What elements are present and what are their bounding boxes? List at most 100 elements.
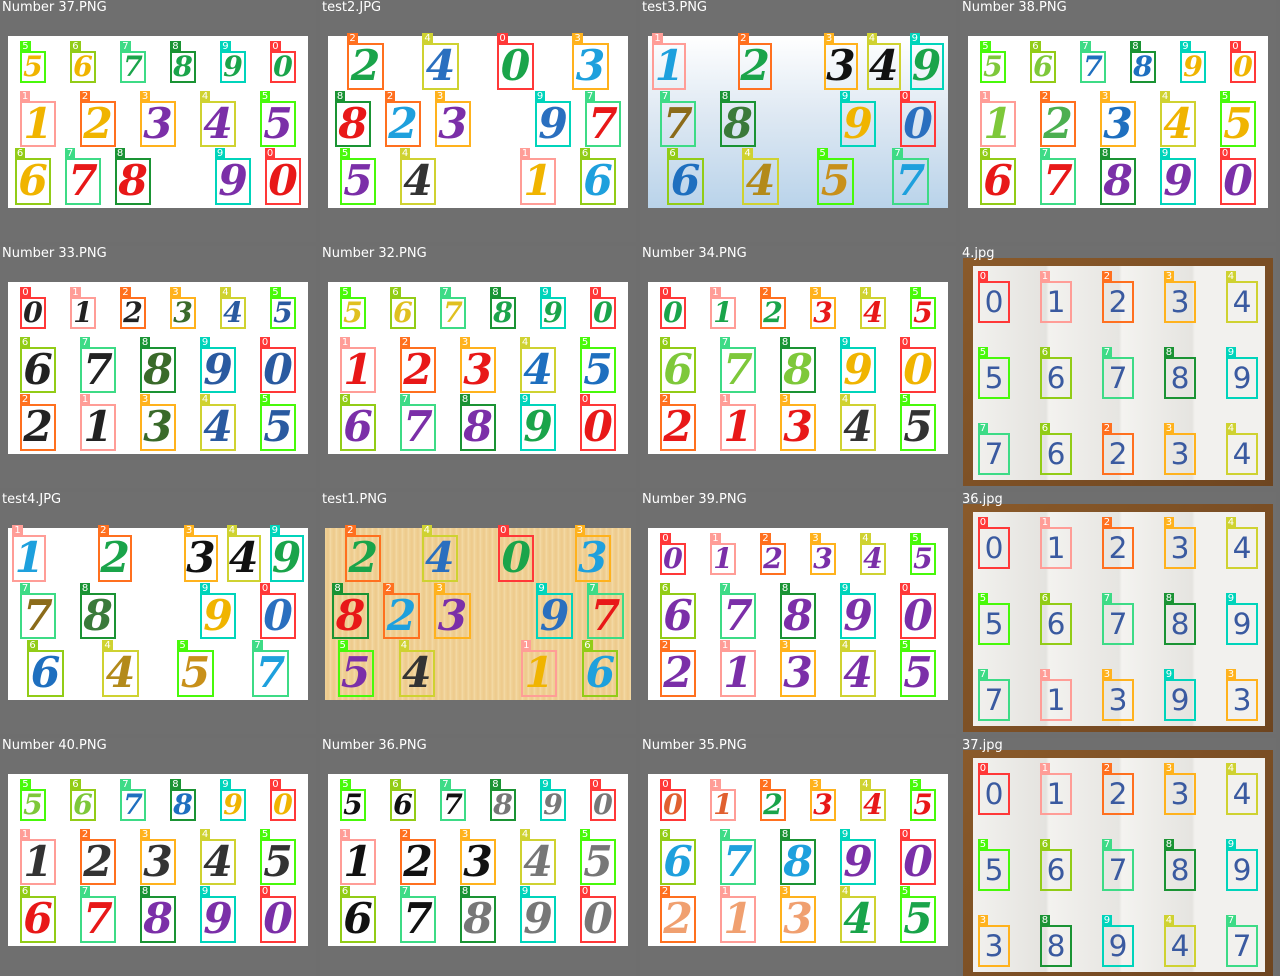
- detection-label: 9: [199, 885, 211, 897]
- detection-box: 7: [892, 147, 929, 205]
- detection-label: 3: [1163, 517, 1175, 529]
- detection-box: 9: [199, 582, 237, 640]
- detection-label: 1: [719, 885, 731, 897]
- detection-label: 7: [79, 336, 91, 348]
- detection-box: 7: [977, 669, 1011, 721]
- detection-label: 5: [1219, 90, 1231, 102]
- detection-label: 7: [719, 582, 731, 594]
- detection-box: 6: [70, 40, 96, 83]
- detection-label: 6: [659, 828, 671, 840]
- detection-box: 6: [1030, 40, 1056, 83]
- detection-box: 1: [519, 147, 557, 205]
- detection-label: 4: [422, 33, 433, 45]
- detection-box: 7: [719, 336, 757, 394]
- detection-box: 3: [823, 33, 858, 91]
- detection-label: 1: [70, 286, 81, 298]
- detection-box: 3: [977, 915, 1011, 967]
- detection-box: 2: [79, 90, 117, 148]
- detection-label: 8: [332, 582, 343, 594]
- detection-box: 9: [540, 778, 566, 821]
- detection-box: 4: [1159, 90, 1197, 148]
- detection-box: 9: [536, 582, 573, 640]
- detection-box: 7: [399, 885, 437, 943]
- detection-label: 0: [660, 778, 671, 790]
- detection-label: 8: [114, 147, 126, 159]
- detection-label: 5: [980, 40, 991, 52]
- detection-label: 2: [760, 286, 771, 298]
- detection-box: 1: [19, 90, 57, 148]
- detection-label: 4: [1225, 763, 1237, 775]
- detection-label: 7: [977, 423, 989, 435]
- detection-box: 1: [19, 828, 57, 886]
- detection-label: 6: [659, 582, 671, 594]
- detection-label: 7: [64, 147, 76, 159]
- detection-box: 2: [659, 639, 697, 697]
- detection-box: 7: [79, 885, 117, 943]
- detection-box: 8: [139, 336, 177, 394]
- detection-box: 6: [579, 147, 617, 205]
- detection-box: 9: [534, 90, 572, 148]
- detection-label: 3: [139, 90, 151, 102]
- detection-label: 0: [264, 147, 276, 159]
- detection-label: 1: [19, 90, 31, 102]
- detection-label: 1: [1039, 669, 1051, 681]
- detection-box: 3: [1163, 423, 1197, 475]
- detection-label: 0: [660, 286, 671, 298]
- detection-label: 1: [19, 828, 31, 840]
- detection-box: 2: [1101, 423, 1135, 475]
- detection-box: 6: [19, 336, 57, 394]
- tile-title: Number 34.PNG: [642, 246, 747, 261]
- detection-label: 1: [979, 90, 991, 102]
- detection-label: 9: [534, 90, 546, 102]
- detection-label: 6: [14, 147, 26, 159]
- detection-label: 3: [1099, 90, 1111, 102]
- detection-label: 7: [1101, 347, 1113, 359]
- detection-label: 0: [270, 778, 281, 790]
- detection-label: 3: [1101, 669, 1113, 681]
- detection-label: 4: [220, 286, 231, 298]
- detection-label: 3: [1163, 763, 1175, 775]
- detection-box: 2: [19, 393, 57, 451]
- detection-box: 1: [521, 639, 558, 697]
- tile-title: 37.jpg: [962, 738, 1003, 753]
- detection-box: 4: [102, 639, 139, 697]
- detection-box: 2: [760, 778, 786, 821]
- detection-box: 5: [20, 778, 46, 821]
- detection-label: 7: [719, 828, 731, 840]
- detection-label: 0: [977, 271, 989, 283]
- detection-box: 6: [582, 639, 619, 697]
- detection-label: 3: [183, 525, 195, 537]
- detection-label: 2: [1101, 517, 1113, 529]
- detection-box: 5: [910, 286, 936, 329]
- tile-title: Number 37.PNG: [2, 0, 107, 15]
- detection-box: 4: [1225, 763, 1259, 815]
- detection-label: 2: [1101, 763, 1113, 775]
- detection-box: 7: [252, 639, 289, 697]
- detection-label: 1: [719, 639, 731, 651]
- detection-label: 3: [434, 582, 445, 594]
- detection-label: 8: [459, 885, 471, 897]
- detection-label: 8: [719, 90, 731, 102]
- detection-box: 0: [590, 286, 616, 329]
- result-tile: Number 39.PNG 0 0 1 1 2 2 3 3 4 4 5 5 6 6 7 7 8 8 9 9 0 0 2 2 1 1 3…: [640, 492, 956, 734]
- detection-label: 5: [910, 532, 921, 544]
- detection-label: 9: [1225, 839, 1237, 851]
- detection-box: 3: [183, 525, 218, 583]
- detection-box: 9: [519, 393, 557, 451]
- detection-label: 4: [1225, 517, 1237, 529]
- detection-box: 5: [337, 639, 374, 697]
- detection-label: 5: [340, 778, 351, 790]
- detection-label: 3: [139, 393, 151, 405]
- detection-box: 9: [1225, 593, 1259, 645]
- detection-box: 0: [20, 286, 46, 329]
- detection-label: 6: [339, 885, 351, 897]
- detection-box: 7: [440, 286, 466, 329]
- detection-label: 0: [660, 532, 671, 544]
- detection-box: 3: [1225, 669, 1259, 721]
- detection-label: 2: [98, 525, 109, 537]
- detection-box: 1: [979, 90, 1017, 148]
- detection-box: 0: [660, 286, 686, 329]
- detection-box: 8: [779, 828, 817, 886]
- detection-box: 3: [779, 393, 817, 451]
- detection-label: 2: [760, 778, 771, 790]
